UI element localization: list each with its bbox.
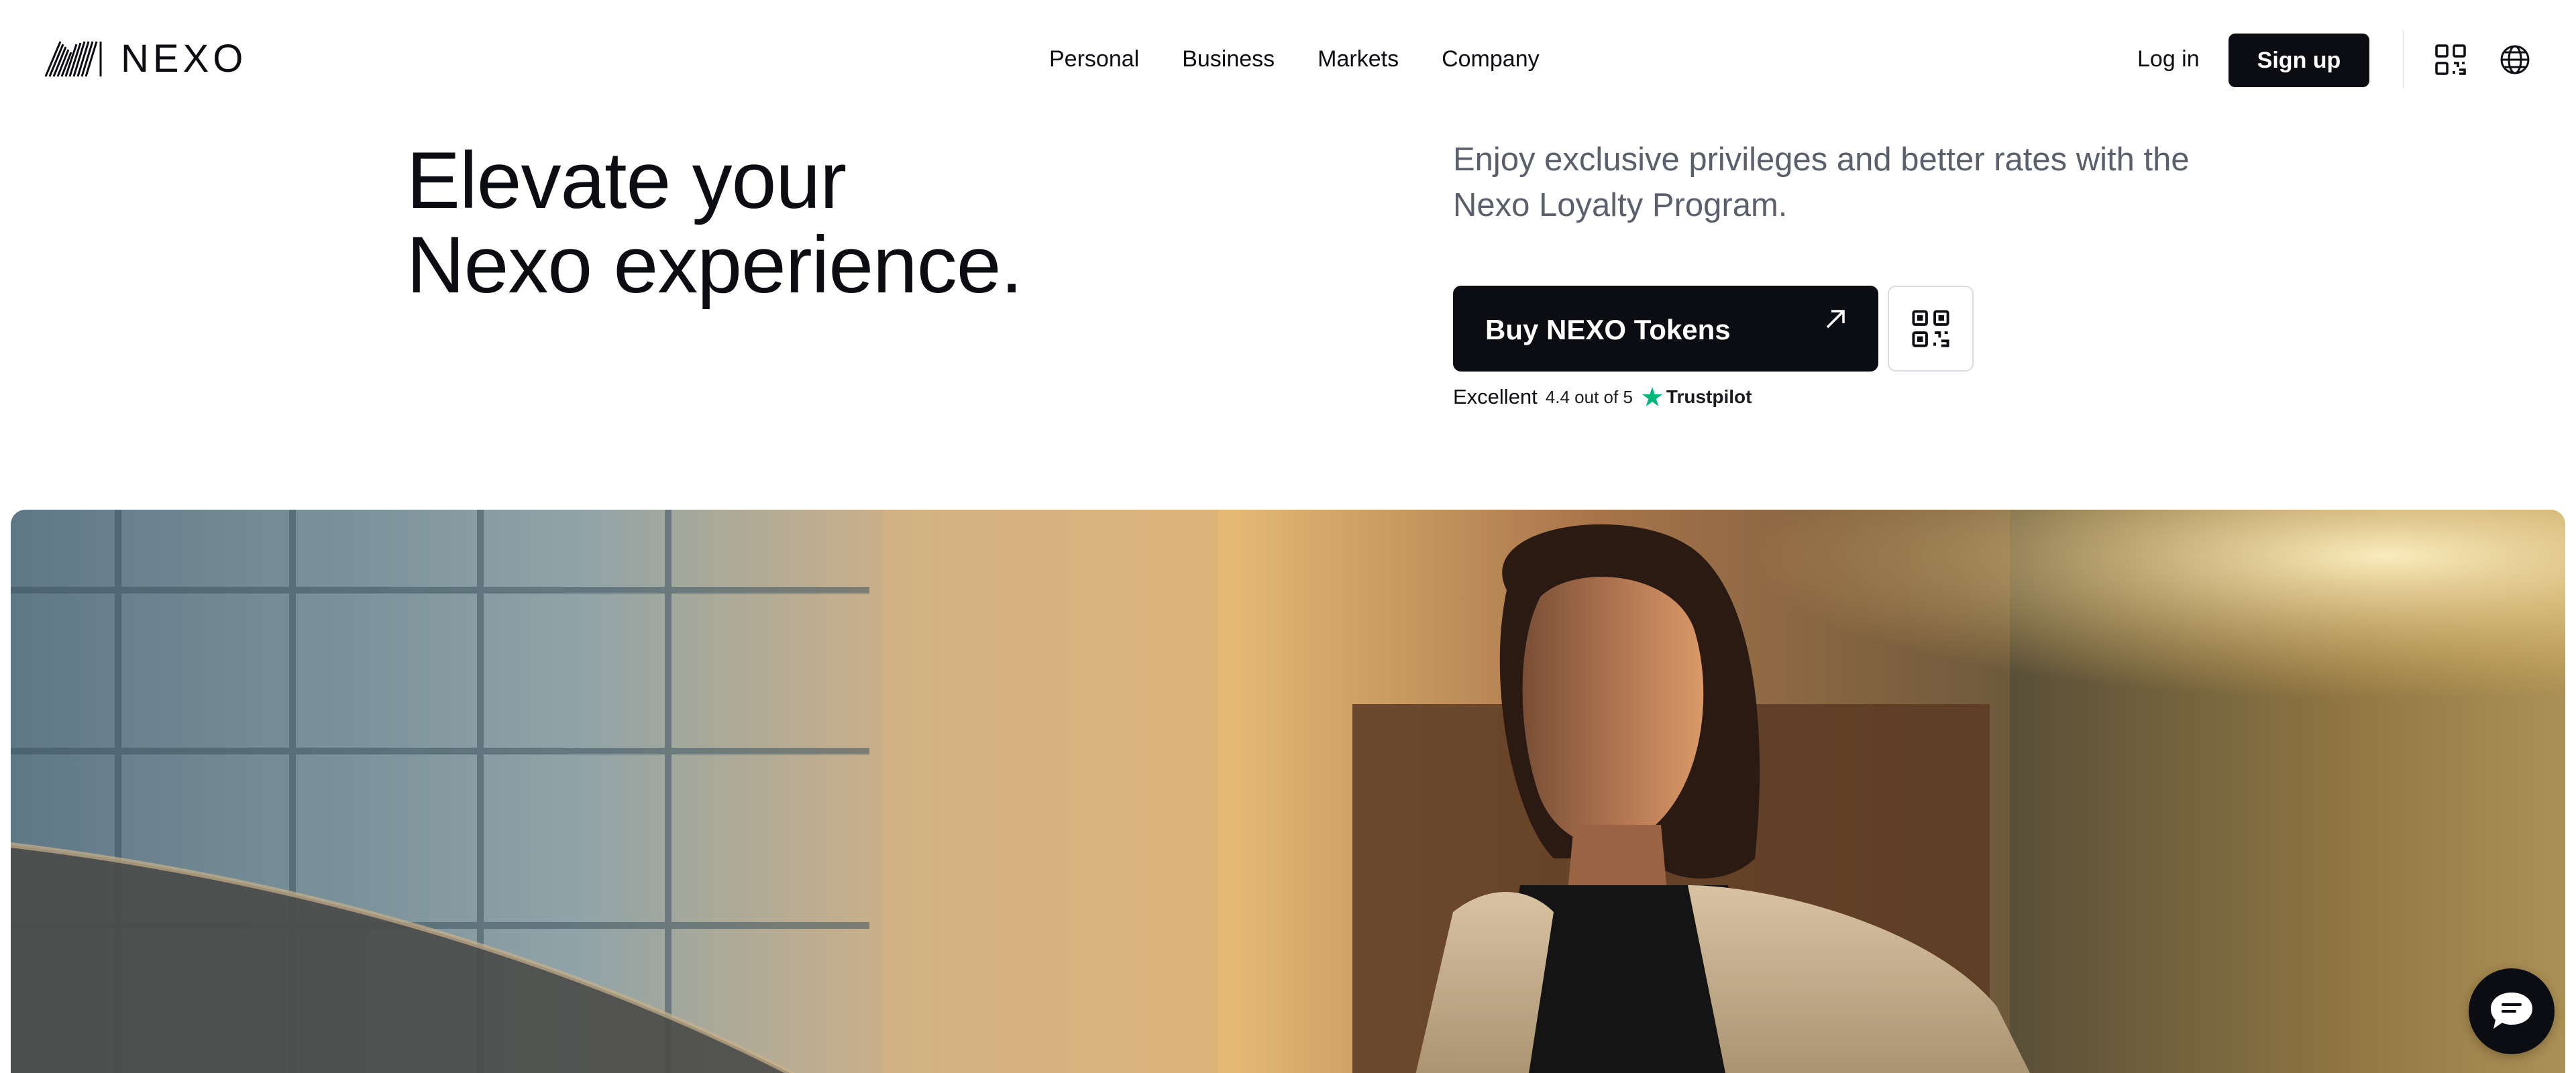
menu-item-business[interactable]: Business [1161,43,1296,75]
login-link[interactable]: Log in [2137,43,2200,75]
qr-code-icon [1912,310,1949,347]
download-app-qr-button[interactable] [1888,286,1974,372]
hero-subtitle: Enjoy exclusive privileges and better ra… [1453,142,2190,223]
rating-score: 4.4 out of 5 [1545,386,1633,407]
qr-code-icon[interactable] [2435,44,2466,75]
headline-line-2: Nexo experience. [407,220,1023,310]
buy-button-label: Buy NEXO Tokens [1485,314,1731,345]
headline-line-1: Elevate your [407,135,847,225]
arrow-up-right-icon [1826,310,1845,329]
top-navigation: NEXO Personal Business Markets Company L… [0,0,2576,118]
nexo-logo-mark-icon [44,41,102,77]
brand-name: NEXO [121,37,248,80]
trustpilot-star-icon [1642,387,1662,406]
trustpilot-rating[interactable]: Excellent 4.4 out of 5 Trustpilot [1453,385,1752,409]
chat-support-button[interactable] [2469,968,2555,1054]
trustpilot-wordmark: Trustpilot [1666,386,1752,407]
main-menu: Personal Business Markets Company [1049,43,1561,75]
hero-headline: Elevate your Nexo experience. [407,135,1023,310]
nav-divider [2403,31,2404,89]
trustpilot-logo: Trustpilot [1641,386,1752,408]
menu-item-company[interactable]: Company [1420,43,1561,75]
rating-label: Excellent [1453,385,1538,408]
chat-bubble-icon [2491,993,2532,1029]
menu-item-markets[interactable]: Markets [1296,43,1420,75]
nexo-logo[interactable]: NEXO [43,39,247,79]
buy-nexo-tokens-button[interactable]: Buy NEXO Tokens [1453,286,1878,372]
signup-button[interactable]: Sign up [2229,34,2369,87]
globe-icon[interactable] [2500,44,2530,75]
menu-item-personal[interactable]: Personal [1049,43,1161,75]
hero-image [11,510,2565,1073]
